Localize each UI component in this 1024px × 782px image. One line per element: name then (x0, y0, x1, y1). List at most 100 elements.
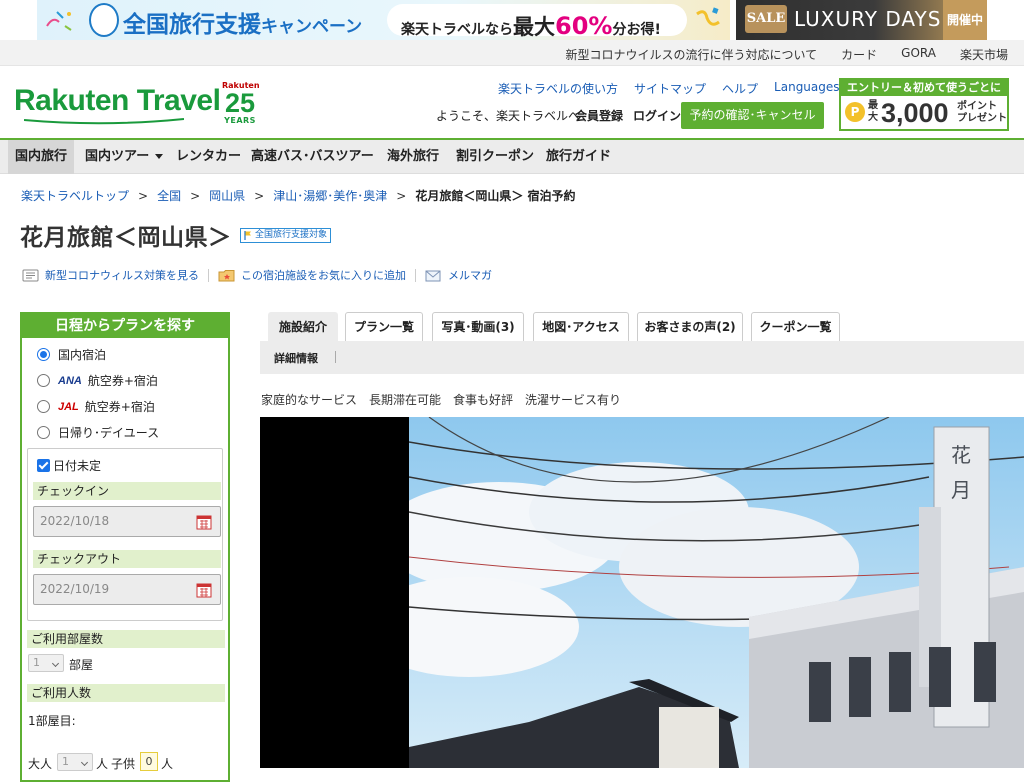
sign-char: 花 (951, 443, 971, 467)
travel-support-badge: 全国旅行支援対象 (240, 228, 332, 243)
covid-notice-link[interactable]: 新型コロナウイルスの流行に伴う対応について (566, 46, 818, 63)
covid-measures-link[interactable]: 新型コロナウィルス対策を見る (22, 267, 199, 283)
nav-discount-coupon[interactable]: 割引クーポン (449, 140, 541, 174)
adult-unit: 人 (96, 757, 109, 771)
rooms-label: ご利用部屋数 (27, 630, 225, 648)
ana-logo: ANA (58, 374, 82, 387)
sitemap-link[interactable]: サイトマップ (634, 80, 706, 97)
luxury-days-banner[interactable]: SALE LUXURY DAYS 開催中 (736, 0, 987, 40)
nav-overseas-travel[interactable]: 海外旅行 (380, 140, 446, 174)
checkin-label: チェックイン (33, 482, 221, 500)
option-jal-flight-stay[interactable]: JAL 航空券+宿泊 (37, 398, 155, 415)
child-unit: 人 (161, 757, 174, 771)
breadcrumb-okayama[interactable]: 岡山県 (209, 189, 245, 203)
checkbox-checked[interactable] (37, 459, 50, 472)
checkin-date-input[interactable]: 2022/10/18 (33, 506, 221, 537)
mail-icon (425, 270, 441, 281)
jal-logo: JAL (58, 400, 79, 413)
login-link[interactable]: ログイン (633, 107, 681, 124)
25-years-badge: Rakuten 25 YEARS (222, 81, 260, 125)
breadcrumb: 楽天トラベルトップ > 全国 > 岡山県 > 津山･湯郷･美作･奥津 > 花月旅館＜岡山県＞ 宿… (21, 189, 576, 203)
checkout-date-input[interactable]: 2022/10/19 (33, 574, 221, 605)
radio-domestic-stay[interactable] (37, 348, 50, 361)
divider (208, 268, 209, 282)
help-link[interactable]: ヘルプ (722, 80, 758, 97)
adult-count-select[interactable]: 1 (57, 753, 93, 771)
register-link[interactable]: 会員登録 (575, 107, 623, 124)
tab-plan-list[interactable]: プラン一覧 (345, 312, 423, 341)
rooms-select[interactable]: 1 (28, 654, 64, 672)
rakuten-travel-logo[interactable]: Rakuten Travel (14, 86, 221, 116)
promo-banner-row: 全国旅行支援キャンペーン 楽天トラベルなら最大60%分お得! SALE LUXU… (0, 0, 1024, 40)
add-favorite-link[interactable]: この宿泊施設をお気に入りに追加 (218, 267, 406, 283)
main-nav: 国内旅行 国内ツアー レンタカー 高速バス･バスツアー 海外旅行 割引クーポン … (0, 140, 1024, 174)
page-title: 花月旅館＜岡山県＞ (20, 225, 232, 251)
card-link[interactable]: カード (841, 46, 877, 63)
radio-jal[interactable] (37, 400, 50, 413)
option-ana-flight-stay[interactable]: ANA 航空券+宿泊 (37, 372, 158, 389)
tab-coupons[interactable]: クーポン一覧 (751, 312, 840, 341)
divider (335, 351, 336, 363)
child-count-input[interactable]: 0 (140, 752, 158, 771)
nav-rent-a-car[interactable]: レンタカー (169, 140, 248, 174)
facility-action-links: 新型コロナウィルス対策を見る この宿泊施設をお気に入りに追加 メルマガ (22, 267, 492, 283)
reservation-confirm-button[interactable]: 予約の確認･キャンセル (681, 102, 824, 129)
tab-facility-intro[interactable]: 施設紹介 (268, 312, 338, 341)
flag-icon (244, 231, 251, 240)
rooms-unit: 部屋 (69, 658, 94, 672)
room1-label: 1部屋目: (28, 714, 76, 728)
folder-icon (218, 269, 235, 281)
sign-char-2: 月 (951, 478, 971, 502)
point-coin-icon: P (845, 102, 865, 122)
tab-reviews[interactable]: お客さまの声(2) (637, 312, 743, 341)
nav-domestic-tours[interactable]: 国内ツアー (78, 140, 170, 174)
ryokan-building-image: 花 月 (409, 417, 1024, 768)
welcome-text: ようこそ、楽天トラベルへ (436, 109, 581, 123)
facility-features: 家庭的なサービス 長期滞在可能 食事も好評 洗濯サービス有り (261, 393, 622, 407)
nav-domestic-travel[interactable]: 国内旅行 (8, 140, 75, 174)
option-domestic-stay[interactable]: 国内宿泊 (37, 346, 106, 363)
breadcrumb-national[interactable]: 全国 (157, 189, 181, 203)
travel-support-banner[interactable]: 全国旅行支援キャンペーン 楽天トラベルなら最大60%分お得! (37, 0, 730, 40)
facility-photo[interactable]: 花 月 (260, 417, 1024, 768)
promo-pill: 楽天トラベルなら最大60%分お得! (387, 4, 687, 40)
subtab-details[interactable]: 詳細情報 (274, 350, 318, 366)
search-panel-heading: 日程からプランを探す (22, 314, 228, 338)
confetti-icon (46, 11, 72, 31)
nav-highway-bus[interactable]: 高速バス･バスツアー (244, 140, 381, 174)
mascot-icon (89, 3, 119, 37)
adult-label: 大人 (28, 757, 53, 771)
how-to-use-link[interactable]: 楽天トラベルの使い方 (498, 80, 618, 97)
points-campaign-banner[interactable]: エントリー＆初めて使うごとに P 最大 3,000 ポイント プレゼント (839, 78, 1009, 131)
tab-map-access[interactable]: 地図･アクセス (533, 312, 629, 341)
site-header: Rakuten Travel Rakuten 25 YEARS 楽天トラベルの使… (0, 66, 1024, 140)
breadcrumb-top[interactable]: 楽天トラベルトップ (21, 189, 129, 203)
plan-search-panel: 日程からプランを探す 国内宿泊 ANA 航空券+宿泊 JAL 航空券+宿泊 日帰… (20, 312, 230, 782)
nav-travel-guide[interactable]: 旅行ガイド (539, 140, 618, 174)
gora-link[interactable]: GORA (901, 46, 936, 63)
tab-photos-videos[interactable]: 写真･動画(3) (432, 312, 524, 341)
radio-day-use[interactable] (37, 426, 50, 439)
sale-badge: SALE (745, 5, 787, 33)
campaign-title: 全国旅行支援キャンペーン (123, 12, 363, 38)
rakuten-ichiba-link[interactable]: 楽天市場 (960, 46, 1008, 63)
calendar-icon[interactable] (196, 582, 212, 598)
divider (415, 268, 416, 282)
utility-bar: 新型コロナウイルスの流行に伴う対応について カード GORA 楽天市場 (0, 40, 1024, 66)
child-label: 子供 (111, 757, 136, 771)
date-undecided-checkbox[interactable]: 日付未定 (37, 457, 101, 474)
checkout-label: チェックアウト (33, 550, 221, 568)
chevron-down-icon (155, 154, 164, 159)
subtab-bar: 詳細情報 (260, 341, 1024, 374)
radio-ana[interactable] (37, 374, 50, 387)
breadcrumb-area[interactable]: 津山･湯郷･美作･奥津 (273, 189, 387, 203)
people-label: ご利用人数 (27, 684, 225, 702)
option-day-use[interactable]: 日帰り･デイユース (37, 424, 159, 441)
ribbon-icon (696, 7, 720, 26)
newsletter-link[interactable]: メルマガ (425, 267, 492, 283)
date-selection-box: 日付未定 チェックイン 2022/10/18 チェックアウト 2022/10/1… (27, 448, 223, 621)
logo-swoosh (24, 118, 184, 125)
breadcrumb-current: 花月旅館＜岡山県＞ 宿泊予約 (415, 189, 576, 203)
luxury-days-label: LUXURY DAYS (794, 7, 942, 31)
calendar-icon[interactable] (196, 514, 212, 530)
